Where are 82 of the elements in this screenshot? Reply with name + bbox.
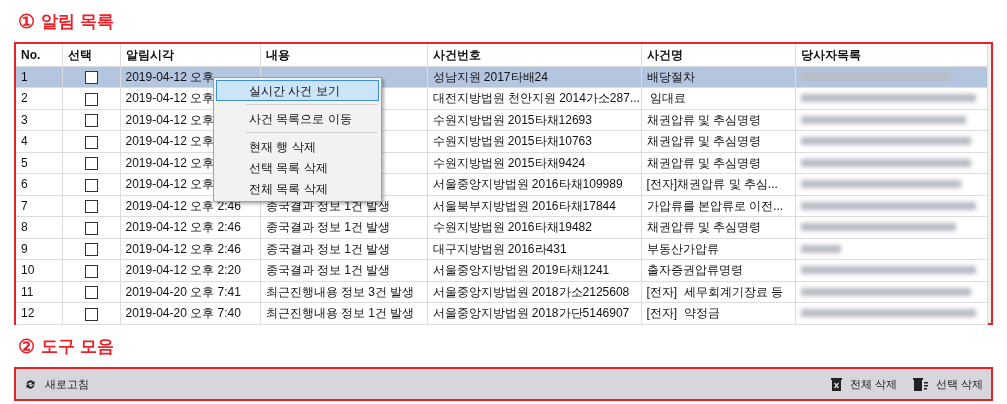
section-title: 알림 목록 [41, 12, 114, 30]
table-cell: [전자]채권압류 및 추심... [641, 173, 795, 195]
step-number: ② [18, 336, 35, 356]
table-cell: 2019-04-12 오후 2:46 [120, 238, 260, 260]
table-cell: 11 [16, 281, 62, 303]
table-cell: 배당절차 [641, 66, 795, 88]
table-cell: 1 [16, 66, 62, 88]
table-cell: 6 [16, 173, 62, 195]
table-cell: 10 [16, 259, 62, 281]
table-cell: 성남지원 2017타배24 [427, 66, 641, 88]
table-cell: 종국결과 정보 1건 발생 [265, 263, 391, 278]
checkbox[interactable] [84, 92, 98, 106]
menu-item[interactable]: 실시간 사건 보기 [216, 80, 379, 101]
checkbox[interactable] [84, 71, 98, 85]
table-cell: 2 [16, 87, 62, 109]
table-row[interactable]: 11 2019-04-20 오후 7:41 최근진행내용 정보 3건 발생 서울중앙지방법원 2018가소2125608 [전자] 세무회계기장료 등 [16, 281, 987, 303]
table-cell: 대전지방법원 천안지원 2014가소287... [427, 87, 641, 109]
table-cell: 종국결과 정보 1건 발생 [265, 241, 391, 256]
section-title: 도구 모음 [41, 337, 114, 355]
table-cell: 최근진행내용 정보 1건 발생 [265, 306, 415, 321]
step-number: ① [18, 11, 35, 31]
table-cell: 대구지방법원 2016라431 [427, 238, 641, 260]
table-cell: 최근진행내용 정보 3건 발생 [265, 284, 415, 299]
table-row[interactable]: 8 2019-04-12 오후 2:46 종국결과 정보 1건 발생 수원지방법원 2016타채19482 채권압류 및 추심명령 [16, 216, 987, 238]
table-cell: 가압류를 본압류로 이전... [641, 195, 795, 217]
table-cell: 2019-04-20 오후 7:41 [120, 281, 260, 303]
table-row[interactable]: 10 2019-04-12 오후 2:20 종국결과 정보 1건 발생 서울중앙지방법원 2019타채1241 출자증권압류명령 [16, 259, 987, 281]
checkbox[interactable] [84, 307, 98, 321]
refresh-icon [24, 377, 37, 391]
table-row[interactable]: 9 2019-04-12 오후 2:46 종국결과 정보 1건 발생 대구지방법원 2016라431 부동산가압류 [16, 238, 987, 260]
table-cell: 종국결과 정보 1건 발생 [265, 220, 391, 235]
table-cell: 4 [16, 130, 62, 152]
delete-selected-button[interactable]: 선택 삭제 [912, 375, 983, 393]
checkbox[interactable] [84, 221, 98, 235]
trash-list-icon [912, 377, 928, 391]
table-cell: 12 [16, 302, 62, 324]
checkbox[interactable] [84, 264, 98, 278]
column-header[interactable]: No. [16, 44, 62, 66]
table-cell: 7 [16, 195, 62, 217]
refresh-button[interactable]: 새로고침 [24, 375, 89, 393]
table-cell: 수원지방법원 2015타채10763 [427, 130, 641, 152]
table-cell: 2019-04-12 오후 2:20 [120, 259, 260, 281]
table-cell: 출자증권압류명령 [641, 259, 795, 281]
column-header[interactable]: 선택 [62, 44, 120, 66]
table-cell: 채권압류 및 추심명령 [641, 130, 795, 152]
checkbox[interactable] [84, 243, 98, 257]
table-cell: 8 [16, 216, 62, 238]
table-cell: 채권압류 및 추심명령 [641, 216, 795, 238]
table-cell: 서울북부지방법원 2016타채17844 [427, 195, 641, 217]
table-cell: 채권압류 및 추심명령 [641, 152, 795, 174]
column-header[interactable]: 내용 [260, 44, 427, 66]
column-header[interactable]: 알림시각 [120, 44, 260, 66]
trash-icon [830, 377, 842, 391]
table-cell: 수원지방법원 2015타채12693 [427, 109, 641, 131]
table-cell: 서울중앙지방법원 2016타채109989 [427, 173, 641, 195]
table-cell: 수원지방법원 2016타채19482 [427, 216, 641, 238]
checkbox[interactable] [84, 157, 98, 171]
table-row[interactable]: 12 2019-04-20 오후 7:40 최근진행내용 정보 1건 발생 서울중앙지방법원 2018가단5146907 [전자] 약정금 [16, 302, 987, 324]
checkbox[interactable] [84, 200, 98, 214]
table-cell: [전자] 약정금 [641, 302, 795, 324]
table-cell: [전자] 세무회계기장료 등 [641, 281, 795, 303]
column-header[interactable]: 당사자목록 [795, 44, 987, 66]
blurred-text [800, 243, 841, 254]
table-cell: 수원지방법원 2015타채9424 [427, 152, 641, 174]
table-cell: 서울중앙지방법원 2019타채1241 [427, 259, 641, 281]
checkbox[interactable] [84, 178, 98, 192]
table-cell: 9 [16, 238, 62, 260]
table-cell: 채권압류 및 추심명령 [641, 109, 795, 131]
table-cell: 2019-04-20 오후 7:40 [120, 302, 260, 324]
column-header[interactable]: 사건번호 [427, 44, 641, 66]
delete-all-button[interactable]: 전체 삭제 [830, 375, 897, 393]
checkbox[interactable] [84, 114, 98, 128]
table-cell: 서울중앙지방법원 2018가소2125608 [427, 281, 641, 303]
table-cell: 2019-04-12 오후 2:46 [120, 216, 260, 238]
table-cell: 서울중앙지방법원 2018가단5146907 [427, 302, 641, 324]
checkbox[interactable] [84, 135, 98, 149]
table-cell: 5 [16, 152, 62, 174]
table-cell: 부동산가압류 [641, 238, 795, 260]
column-header[interactable]: 사건명 [641, 44, 795, 66]
table-cell: 3 [16, 109, 62, 131]
table-cell: 임대료 [641, 87, 795, 109]
checkbox[interactable] [84, 286, 98, 300]
